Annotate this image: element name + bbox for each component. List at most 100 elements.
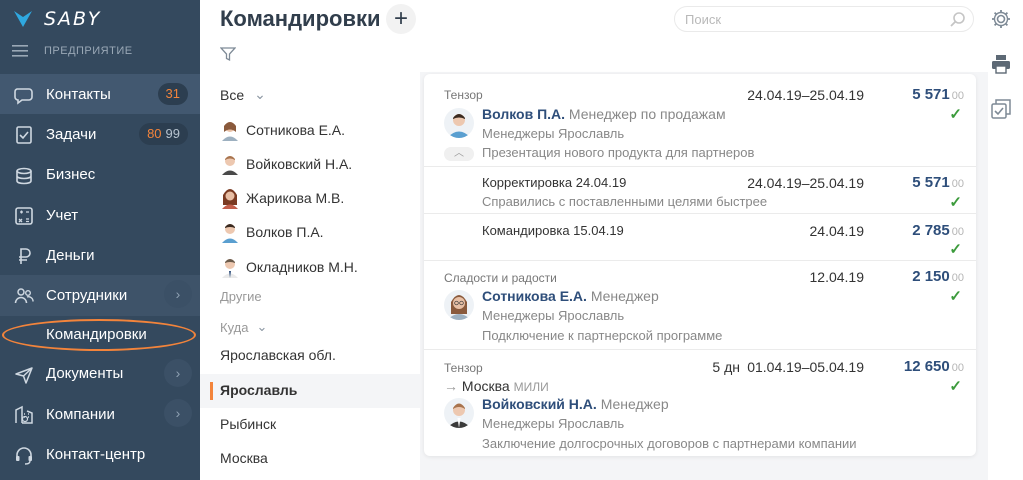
sidebar-item-companies[interactable]: Компании › <box>0 394 200 434</box>
logo[interactable]: SABY <box>12 8 101 30</box>
printer-icon[interactable] <box>990 53 1012 75</box>
avatar <box>222 189 238 209</box>
trip-row[interactable]: Сладости и радости 12.04.19 2 150 00 ✓ Со… <box>424 261 976 350</box>
trip-row[interactable]: Тензор 24.04.19–25.04.19 5 571 00 ✓ Волко… <box>424 74 976 167</box>
trip-department: Менеджеры Ярославль <box>482 126 625 141</box>
trip-row[interactable]: Тензор 5 дн 01.04.19–05.04.19 12 650 00 ✓… <box>424 350 976 456</box>
tasks-counter: 80 99 <box>139 123 188 146</box>
filter-person-volkov[interactable]: Волков П.А. <box>220 221 324 243</box>
company-selector[interactable]: ПРЕДПРИЯТИЕ <box>12 45 133 57</box>
trip-child-row[interactable]: Командировка 15.04.19 24.04.19 2 785 00 ✓ <box>424 214 976 261</box>
trip-employee[interactable]: Войковский Н.А. Менеджер <box>482 396 669 412</box>
trip-date: 12.04.19 <box>809 269 865 285</box>
company-name: ПРЕДПРИЯТИЕ <box>44 45 133 57</box>
person-name: Волков П.А. <box>246 224 324 240</box>
page-title: Командировки <box>220 6 381 31</box>
sidebar-item-employees[interactable]: Сотрудники › <box>0 275 200 316</box>
filter-place-moscow[interactable]: Москва <box>220 450 268 466</box>
send-icon <box>15 367 33 384</box>
filter-place-yaroslavl[interactable]: Ярославль <box>220 382 297 398</box>
place-name: Ярославль <box>220 382 298 398</box>
saby-logo-icon <box>14 11 32 27</box>
check-list-icon[interactable] <box>990 98 1012 120</box>
sidebar-item-contacts[interactable]: Контакты 31 <box>0 74 200 115</box>
person-name: Сотникова Е.А. <box>246 122 346 138</box>
sidebar-item-tasks[interactable]: Задачи 80 99 <box>0 114 200 154</box>
trip-description: Презентация нового продукта для партнеро… <box>482 145 755 160</box>
filter-person-okladnikov[interactable]: Окладников М.Н. <box>220 256 358 278</box>
person-name: Окладников М.Н. <box>246 259 358 275</box>
sidebar-item-business[interactable]: Бизнес <box>0 155 200 195</box>
companies-icon <box>15 405 33 424</box>
highlight-oval <box>2 318 196 351</box>
filter-all[interactable]: Все ⌄ <box>220 86 266 103</box>
check-icon: ✓ <box>949 378 962 395</box>
gear-icon[interactable] <box>990 8 1012 30</box>
sidebar-item-label: Задачи <box>46 125 97 143</box>
check-icon: ✓ <box>949 288 962 305</box>
sidebar-item-documents[interactable]: Документы › <box>0 354 200 394</box>
accounting-icon <box>15 207 33 225</box>
trip-amount: 2 150 00 <box>912 268 964 285</box>
search-placeholder: Поиск <box>685 11 722 27</box>
child-description: Справились с поставленными целями быстре… <box>482 194 768 209</box>
headset-icon <box>16 447 32 466</box>
search-input[interactable]: Поиск <box>674 6 974 32</box>
ruble-icon <box>19 248 31 265</box>
child-date: 24.04.19 <box>809 223 865 239</box>
chevron-right-icon[interactable]: › <box>164 280 192 309</box>
filter-icon[interactable] <box>220 46 236 62</box>
chevron-right-icon[interactable]: › <box>164 399 192 428</box>
trip-child-row[interactable]: Корректировка 24.04.19 24.04.19–25.04.19… <box>424 167 976 214</box>
check-icon: ✓ <box>949 194 962 211</box>
trip-department: Менеджеры Ярославль <box>482 308 625 323</box>
chevron-right-icon[interactable]: › <box>164 358 192 387</box>
sidebar-item-contact-center[interactable]: Контакт-центр <box>0 434 200 474</box>
business-icon <box>16 167 32 184</box>
place-name: Ярославская обл. <box>220 347 336 363</box>
contacts-counter: 31 <box>157 83 188 105</box>
filter-place-yaroslavl-region[interactable]: Ярославская обл. <box>220 347 336 363</box>
filter-person-zharikova[interactable]: Жарикова М.В. <box>220 187 344 209</box>
sidebar-item-label: Сотрудники <box>46 287 128 305</box>
trip-description: Подключение к партнерской программе <box>482 328 723 343</box>
avatar <box>222 224 238 243</box>
filter-other[interactable]: Другие <box>220 289 262 304</box>
check-icon: ✓ <box>949 241 962 258</box>
filter-place-rybinsk[interactable]: Рыбинск <box>220 416 276 432</box>
sidebar-item-money[interactable]: Деньги <box>0 235 200 275</box>
main-area: Командировки + Поиск Все ⌄ Сотникова Е.А… <box>200 0 1023 480</box>
chevron-down-icon: ⌄ <box>256 319 268 334</box>
person-name: Жарикова М.В. <box>246 190 345 206</box>
trip-description: Заключение долгосрочных договоров с парт… <box>482 436 857 451</box>
trip-org: Тензор <box>444 88 483 102</box>
avatar <box>222 156 238 175</box>
filter-all-label: Все <box>220 86 245 103</box>
filter-where[interactable]: Куда ⌄ <box>220 319 267 335</box>
sidebar-item-label: Компании <box>46 405 115 423</box>
filter-person-voykovsky[interactable]: Войковский Н.А. <box>220 153 352 175</box>
add-button[interactable]: + <box>386 4 416 34</box>
main-menu: Контакты 31 Задачи 80 99 Бизнес Учет День… <box>0 74 200 475</box>
sidebar-item-label: Бизнес <box>46 166 96 184</box>
avatar <box>444 290 474 320</box>
child-title: Корректировка 24.04.19 <box>482 175 627 190</box>
sidebar-item-label: Учет <box>46 206 79 224</box>
trip-employee[interactable]: Сотникова Е.А. Менеджер <box>482 288 659 304</box>
place-name: Москва <box>220 450 268 466</box>
trip-days: 5 дн <box>712 359 740 375</box>
chat-icon <box>14 88 33 105</box>
avatar <box>444 108 474 138</box>
sidebar-subitem-trips[interactable]: Командировки <box>0 316 200 354</box>
collapse-toggle[interactable]: ︿ <box>444 147 474 161</box>
trip-employee[interactable]: Волков П.А. Менеджер по продажам <box>482 106 726 122</box>
trip-amount: 5 571 00 <box>912 86 964 103</box>
employees-icon <box>14 288 34 304</box>
filter-person-sotnikova[interactable]: Сотникова Е.А. <box>220 119 345 141</box>
sidebar-item-label: Документы <box>46 365 124 383</box>
sidebar-item-accounting[interactable]: Учет <box>0 195 200 235</box>
logo-text: SABY <box>44 8 102 30</box>
active-marker <box>210 382 213 400</box>
search-icon[interactable] <box>949 11 967 29</box>
trip-amount: 12 650 00 <box>903 358 964 375</box>
